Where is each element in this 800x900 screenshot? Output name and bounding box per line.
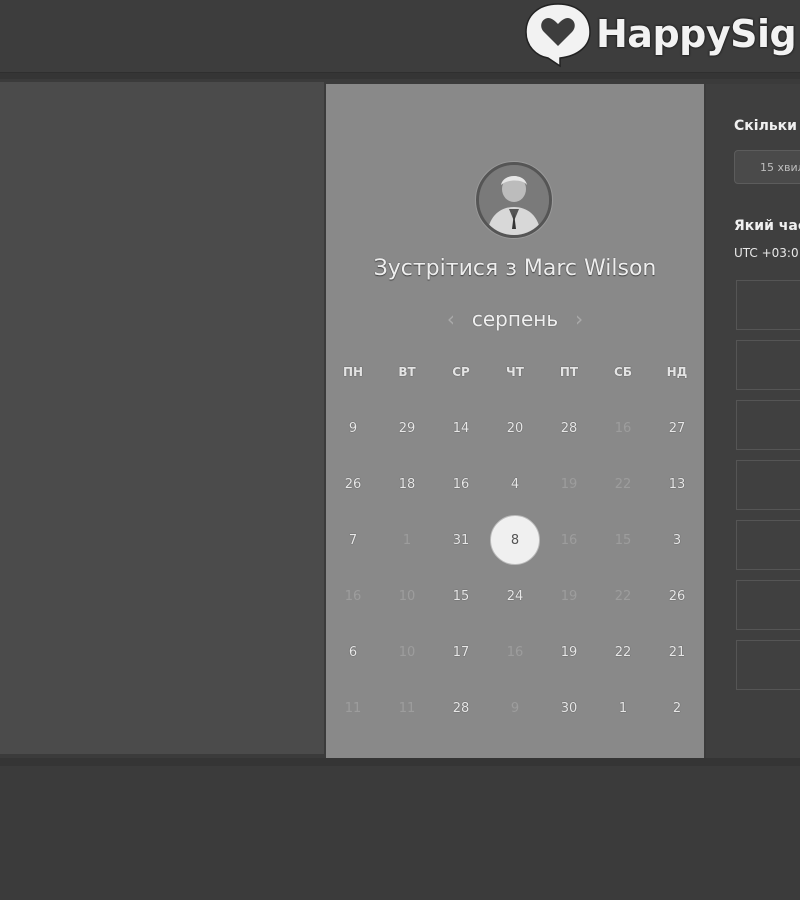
- calendar-day[interactable]: 15: [596, 512, 650, 568]
- calendar-day[interactable]: 11: [380, 680, 434, 736]
- calendar-day[interactable]: 22: [596, 568, 650, 624]
- calendar-day[interactable]: 26: [650, 568, 704, 624]
- calendar-day[interactable]: 19: [542, 568, 596, 624]
- calendar-day[interactable]: 3: [650, 512, 704, 568]
- month-navigation: ‹ серпень ›: [326, 304, 704, 334]
- chevron-left-icon[interactable]: ‹: [440, 307, 462, 331]
- calendar-day-selected[interactable]: 8: [488, 512, 542, 568]
- duration-option-button[interactable]: 15 хвил: [734, 150, 800, 184]
- calendar-day[interactable]: 18: [380, 456, 434, 512]
- calendar-day[interactable]: 16: [596, 400, 650, 456]
- weekday-fri: ПТ: [559, 365, 579, 379]
- month-name: серпень: [471, 307, 559, 331]
- weekday-tue: ВТ: [398, 365, 416, 379]
- calendar-day[interactable]: 13: [650, 456, 704, 512]
- brand-name: HappySig: [596, 12, 797, 56]
- calendar-day[interactable]: 16: [542, 512, 596, 568]
- calendar-day[interactable]: 31: [434, 512, 488, 568]
- booking-card: Зустрітися з Marc Wilson ‹ серпень › ПН …: [326, 84, 704, 758]
- calendar-day[interactable]: 21: [650, 624, 704, 680]
- timezone-label: UTC +03:0: [734, 246, 799, 260]
- time-slot[interactable]: [736, 280, 800, 330]
- calendar-day[interactable]: 22: [596, 624, 650, 680]
- calendar-day[interactable]: 9: [326, 400, 380, 456]
- avatar: [476, 162, 552, 238]
- chevron-right-icon[interactable]: ›: [568, 307, 590, 331]
- booking-options-panel: Скільки ч 15 хвил Який час UTC +03:0: [706, 84, 800, 758]
- calendar-day[interactable]: 17: [434, 624, 488, 680]
- calendar-day[interactable]: 20: [488, 400, 542, 456]
- weekday-mon: ПН: [342, 365, 364, 379]
- calendar-day[interactable]: 11: [326, 680, 380, 736]
- calendar-day[interactable]: 30: [542, 680, 596, 736]
- calendar-day[interactable]: 4: [488, 456, 542, 512]
- calendar-grid: 9 29 14 20 28 16 27 26 18 16 4 19 22 13 …: [326, 400, 704, 740]
- calendar-day[interactable]: 16: [488, 624, 542, 680]
- brand-logo[interactable]: HappySig: [522, 0, 797, 68]
- time-slot[interactable]: [736, 640, 800, 690]
- calendar-day[interactable]: 1: [380, 512, 434, 568]
- time-slot[interactable]: [736, 580, 800, 630]
- weekday-header: ПН ВТ СР ЧТ ПТ СБ НД: [326, 365, 704, 385]
- weekday-sun: НД: [666, 365, 688, 379]
- calendar-day[interactable]: 6: [326, 624, 380, 680]
- calendar-day[interactable]: 7: [326, 512, 380, 568]
- calendar-day[interactable]: 28: [434, 680, 488, 736]
- duration-label: Скільки ч: [734, 118, 800, 134]
- calendar-day[interactable]: 16: [434, 456, 488, 512]
- person-photo-icon: [479, 165, 549, 235]
- left-panel: [0, 82, 324, 754]
- weekday-thu: ЧТ: [506, 365, 524, 379]
- heart-speech-bubble-icon: [525, 3, 591, 68]
- header-divider: [0, 73, 800, 79]
- time-label: Який час: [734, 218, 800, 234]
- calendar-day[interactable]: 10: [380, 568, 434, 624]
- calendar-day[interactable]: 10: [380, 624, 434, 680]
- calendar-day[interactable]: 24: [488, 568, 542, 624]
- calendar-day[interactable]: 15: [434, 568, 488, 624]
- calendar-day[interactable]: 26: [326, 456, 380, 512]
- calendar-day[interactable]: 29: [380, 400, 434, 456]
- weekday-wed: СР: [452, 365, 470, 379]
- time-slot[interactable]: [736, 460, 800, 510]
- calendar-day[interactable]: 19: [542, 624, 596, 680]
- time-slot[interactable]: [736, 520, 800, 570]
- footer-area: [0, 766, 800, 900]
- calendar-day[interactable]: 27: [650, 400, 704, 456]
- time-slot[interactable]: [736, 340, 800, 390]
- calendar-day[interactable]: 19: [542, 456, 596, 512]
- time-slot[interactable]: [736, 400, 800, 450]
- calendar-day[interactable]: 14: [434, 400, 488, 456]
- calendar-day[interactable]: 2: [650, 680, 704, 736]
- calendar-day[interactable]: 9: [488, 680, 542, 736]
- footer-divider: [0, 758, 800, 766]
- calendar-day[interactable]: 28: [542, 400, 596, 456]
- calendar-day[interactable]: 1: [596, 680, 650, 736]
- calendar-day[interactable]: 16: [326, 568, 380, 624]
- calendar-day[interactable]: 22: [596, 456, 650, 512]
- meeting-title: Зустрітися з Marc Wilson: [373, 256, 657, 281]
- weekday-sat: СБ: [614, 365, 632, 379]
- top-header: HappySig: [0, 0, 800, 74]
